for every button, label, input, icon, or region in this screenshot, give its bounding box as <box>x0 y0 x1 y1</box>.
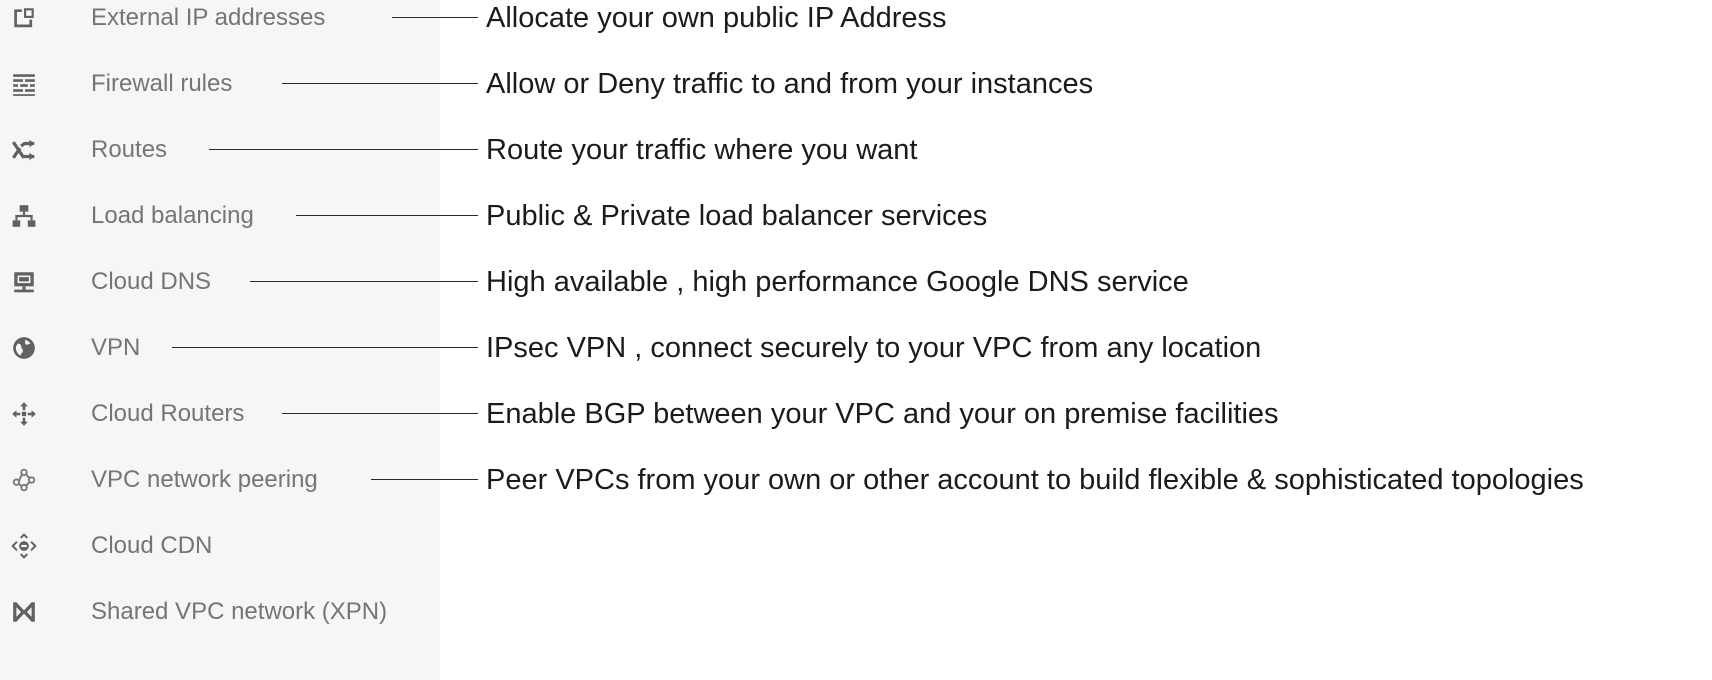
cloud-router-icon <box>10 400 38 428</box>
sidebar-item-label: Cloud DNS <box>91 268 212 295</box>
sidebar-item-vpc-network-peering[interactable]: VPC network peering <box>0 456 440 504</box>
load-balancing-icon <box>10 202 38 230</box>
sidebar-item-shared-vpc-network[interactable]: Shared VPC network (XPN) <box>0 588 440 636</box>
connector-line <box>296 215 478 216</box>
sidebar-item-label: Shared VPC network (XPN) <box>91 598 388 625</box>
connector-line <box>282 413 478 414</box>
external-ip-icon <box>10 4 38 32</box>
sidebar-item-cloud-routers[interactable]: Cloud Routers <box>0 390 440 438</box>
sidebar-item-label: Firewall rules <box>91 70 233 97</box>
sidebar-item-vpn[interactable]: VPN <box>0 324 440 372</box>
description-vpn: IPsec VPN , connect securely to your VPC… <box>486 332 1262 364</box>
sidebar-item-label: Cloud CDN <box>91 532 213 559</box>
description-firewall-rules: Allow or Deny traffic to and from your i… <box>486 68 1094 100</box>
sidebar-item-external-ip-addresses[interactable]: External IP addresses <box>0 0 440 42</box>
sidebar-item-label: Cloud Routers <box>91 400 245 427</box>
firewall-icon <box>10 70 38 98</box>
description-routes: Route your traffic where you want <box>486 134 918 166</box>
description-external-ip-addresses: Allocate your own public IP Address <box>486 2 947 34</box>
connector-line <box>250 281 478 282</box>
vpn-globe-icon <box>10 334 38 362</box>
description-vpc-network-peering: Peer VPCs from your own or other account… <box>486 464 1584 496</box>
sidebar-item-firewall-rules[interactable]: Firewall rules <box>0 60 440 108</box>
description-cloud-routers: Enable BGP between your VPC and your on … <box>486 398 1279 430</box>
shared-vpc-icon <box>10 598 38 626</box>
sidebar-item-label: Routes <box>91 136 168 163</box>
sidebar-item-label: VPN <box>91 334 141 361</box>
sidebar-item-label: Load balancing <box>91 202 254 229</box>
cloud-cdn-icon <box>10 532 38 560</box>
network-sidebar: External IP addresses Firewall rules Rou… <box>0 0 440 680</box>
connector-line <box>172 347 478 348</box>
sidebar-item-label: External IP addresses <box>91 4 326 31</box>
sidebar-item-cloud-cdn[interactable]: Cloud CDN <box>0 522 440 570</box>
connector-line <box>209 149 478 150</box>
sidebar-item-load-balancing[interactable]: Load balancing <box>0 192 440 240</box>
routes-icon <box>10 136 38 164</box>
sidebar-item-cloud-dns[interactable]: Cloud DNS <box>0 258 440 306</box>
description-cloud-dns: High available , high performance Google… <box>486 266 1189 298</box>
connector-line <box>392 17 478 18</box>
connector-line <box>282 83 478 84</box>
sidebar-item-label: VPC network peering <box>91 466 318 493</box>
vpc-peering-icon <box>10 466 38 494</box>
description-load-balancing: Public & Private load balancer services <box>486 200 988 232</box>
connector-line <box>371 479 478 480</box>
cloud-dns-icon <box>10 268 38 296</box>
sidebar-item-routes[interactable]: Routes <box>0 126 440 174</box>
